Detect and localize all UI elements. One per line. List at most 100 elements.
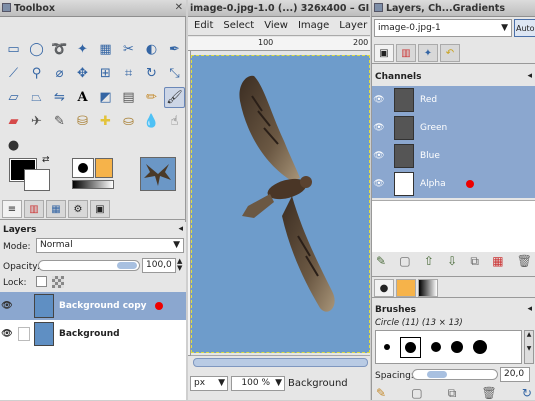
toolbox-titlebar[interactable]: Toolbox ✕: [0, 0, 186, 17]
channel-row[interactable]: 👁 Red: [372, 86, 535, 114]
align-icon[interactable]: ⊞: [95, 63, 116, 84]
menu-select[interactable]: Select: [223, 20, 254, 32]
channel-row[interactable]: 👁 Blue: [372, 142, 535, 170]
paintbrush-icon[interactable]: 🖌: [164, 87, 185, 108]
horizontal-ruler[interactable]: 100 200: [188, 37, 370, 51]
spacing-slider[interactable]: [412, 369, 498, 380]
fuzzy-select-icon[interactable]: ✦: [72, 39, 93, 60]
brush-swatch[interactable]: [431, 342, 441, 352]
tab-undo[interactable]: ↶: [440, 44, 460, 62]
channel-to-selection-icon[interactable]: ▦: [492, 254, 503, 269]
duplicate-brush-icon[interactable]: ⧉: [448, 386, 457, 401]
window-menu-icon[interactable]: [374, 3, 383, 12]
spacing-slider-handle[interactable]: [427, 371, 447, 378]
brush-swatch[interactable]: [384, 344, 390, 350]
layer-row[interactable]: 👁 Background copy: [0, 292, 186, 320]
active-pattern-preview[interactable]: [95, 158, 113, 178]
tab-layers[interactable]: ▣: [374, 44, 394, 62]
delete-brush-icon[interactable]: 🗑: [482, 386, 497, 401]
opacity-slider-handle[interactable]: [117, 262, 137, 269]
channel-row[interactable]: 👁 Alpha: [372, 170, 535, 198]
new-brush-icon[interactable]: ▢: [411, 386, 422, 401]
perspective-icon[interactable]: ⏢: [26, 87, 47, 108]
tab-gradients[interactable]: [418, 279, 438, 297]
duplicate-channel-icon[interactable]: ⧉: [470, 254, 479, 269]
perspective-clone-icon[interactable]: ⛀: [118, 111, 139, 132]
flip-icon[interactable]: ⇋: [49, 87, 70, 108]
opacity-spin-icon[interactable]: ▲ ▼: [177, 258, 182, 272]
airbrush-icon[interactable]: ✈: [26, 111, 47, 132]
active-brush-preview[interactable]: [72, 158, 94, 178]
tab-device-status[interactable]: ▥: [24, 200, 44, 218]
lock-alpha-icon[interactable]: [52, 276, 64, 288]
brush-swatch[interactable]: [473, 340, 487, 354]
tab-images[interactable]: ⚙: [68, 200, 88, 218]
close-icon[interactable]: ✕: [175, 2, 183, 13]
horizontal-scrollbar[interactable]: [191, 355, 370, 369]
tab-patterns[interactable]: [396, 279, 416, 297]
layer-name[interactable]: Background copy: [59, 301, 147, 311]
image-select[interactable]: image-0.jpg-1 ▼: [374, 19, 512, 37]
scissors-icon[interactable]: ✂: [118, 39, 139, 60]
ink-icon[interactable]: ✎: [49, 111, 70, 132]
heal-icon[interactable]: ✚: [95, 111, 116, 132]
measure-icon[interactable]: ⌀: [49, 63, 70, 84]
scale-icon[interactable]: ⤡: [164, 63, 185, 84]
bucket-fill-icon[interactable]: ◩: [95, 87, 116, 108]
unit-select[interactable]: px ▼: [190, 375, 228, 391]
opacity-input[interactable]: 100,0: [142, 258, 176, 273]
scrollbar-thumb[interactable]: [193, 358, 368, 367]
free-select-icon[interactable]: ➰: [49, 39, 70, 60]
menu-view[interactable]: View: [264, 20, 288, 32]
menu-image[interactable]: Image: [298, 20, 329, 32]
channel-row[interactable]: 👁 Green: [372, 114, 535, 142]
raise-channel-icon[interactable]: ⇧: [424, 254, 434, 269]
color-picker-icon[interactable]: ⟋: [3, 63, 24, 84]
text-icon[interactable]: A: [72, 87, 93, 108]
image-titlebar[interactable]: image-0.jpg-1.0 (...) 326x400 – GI: [188, 0, 370, 17]
background-color[interactable]: [24, 169, 50, 191]
menu-layer[interactable]: Layer: [339, 20, 367, 32]
layer-name[interactable]: Background: [59, 329, 120, 339]
active-gradient-preview[interactable]: [72, 180, 114, 189]
paths-icon[interactable]: ✒: [164, 39, 185, 60]
mode-select[interactable]: Normal ▼: [36, 238, 184, 253]
lower-channel-icon[interactable]: ⇩: [447, 254, 457, 269]
shear-icon[interactable]: ▱: [3, 87, 24, 108]
chain-toggle[interactable]: [18, 299, 30, 313]
auto-button[interactable]: Auto: [514, 19, 535, 37]
visibility-eye-icon[interactable]: 👁: [0, 301, 14, 311]
dodge-burn-icon[interactable]: ●: [3, 135, 24, 156]
tab-paths[interactable]: ✦: [418, 44, 438, 62]
brush-grid-scrollbar[interactable]: ▲ ▼: [524, 330, 534, 364]
visibility-eye-icon[interactable]: 👁: [372, 179, 386, 189]
image-canvas[interactable]: [191, 55, 370, 353]
panel-menu-icon[interactable]: ◂: [527, 71, 532, 81]
panel-menu-icon[interactable]: ◂: [178, 224, 183, 234]
foreground-select-icon[interactable]: ◐: [141, 39, 162, 60]
by-color-select-icon[interactable]: ▦: [95, 39, 116, 60]
edit-brush-icon[interactable]: ✎: [376, 386, 386, 401]
color-area[interactable]: ⇄: [8, 155, 68, 195]
visibility-eye-icon[interactable]: 👁: [0, 329, 14, 339]
brush-grid[interactable]: [375, 330, 522, 364]
refresh-brushes-icon[interactable]: ↻: [522, 386, 532, 401]
new-channel-icon[interactable]: ▢: [399, 254, 410, 269]
menu-edit[interactable]: Edit: [194, 20, 213, 32]
tab-channels[interactable]: ▥: [396, 44, 416, 62]
eraser-icon[interactable]: ▰: [3, 111, 24, 132]
window-menu-icon[interactable]: [2, 3, 11, 12]
tab-layers[interactable]: ▣: [90, 200, 110, 218]
layer-row[interactable]: 👁 Background: [0, 320, 186, 348]
spacing-input[interactable]: 20,0: [500, 367, 530, 382]
visibility-eye-icon[interactable]: 👁: [372, 123, 386, 133]
rect-select-icon[interactable]: ▭: [3, 39, 24, 60]
visibility-eye-icon[interactable]: 👁: [372, 95, 386, 105]
brush-swatch-selected[interactable]: [400, 336, 421, 358]
blur-icon[interactable]: 💧: [141, 111, 162, 132]
lock-pixels-checkbox[interactable]: [36, 276, 47, 287]
swap-colors-icon[interactable]: ⇄: [42, 155, 50, 165]
move-icon[interactable]: ✥: [72, 63, 93, 84]
delete-channel-icon[interactable]: 🗑: [517, 254, 532, 269]
zoom-icon[interactable]: ⚲: [26, 63, 47, 84]
